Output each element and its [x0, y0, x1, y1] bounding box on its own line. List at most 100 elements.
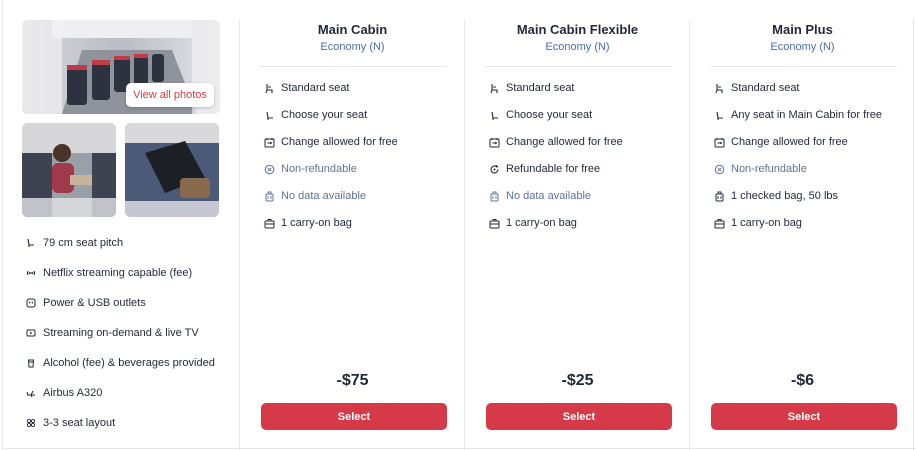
amenity-label: Netflix streaming capable (fee)	[43, 267, 193, 279]
fare-cabin-class: Economy (N)	[545, 41, 610, 53]
plane-icon	[26, 388, 36, 398]
amenity-label: Airbus A320	[43, 387, 103, 399]
fare-feature-label: Choose your seat	[506, 109, 593, 121]
seat-pitch-icon	[26, 238, 36, 248]
fare-feature: Non-refundable	[713, 162, 807, 176]
fare-feature: 1 checked bag, 50 lbs	[713, 189, 838, 203]
wifi-icon	[26, 268, 36, 278]
not-allowed-icon	[713, 163, 725, 175]
fare-feature: No data available	[488, 189, 591, 203]
fare-feature: 1 carry-on bag	[263, 216, 352, 230]
seat-icon	[263, 82, 275, 94]
amenity-label: Alcohol (fee) & beverages provided	[43, 357, 215, 369]
fare-feature-label: Standard seat	[506, 82, 575, 94]
bag-icon	[488, 190, 500, 202]
fare-feature: Change allowed for free	[713, 135, 848, 149]
fare-feature: Standard seat	[263, 81, 350, 95]
fare-column-main-plus: Main Plus Economy (N) Standard seat Any …	[689, 20, 914, 450]
drink-icon	[26, 358, 36, 368]
fare-cabin-class: Economy (N)	[770, 41, 835, 53]
fare-feature-label: 1 carry-on bag	[281, 217, 352, 229]
view-all-photos-button[interactable]: View all photos	[126, 83, 214, 107]
fare-cabin-class: Economy (N)	[320, 41, 385, 53]
amenity-item: Streaming on-demand & live TV	[26, 318, 236, 348]
bag-icon	[713, 190, 725, 202]
seat-select-icon	[488, 109, 500, 121]
amenity-label: Streaming on-demand & live TV	[43, 327, 199, 339]
change-icon	[713, 136, 725, 148]
fare-feature-label: Standard seat	[281, 82, 350, 94]
change-icon	[488, 136, 500, 148]
cabin-photo-tablet[interactable]	[125, 123, 219, 217]
passenger-photo-image	[22, 123, 116, 217]
bag-icon	[263, 190, 275, 202]
fare-feature-label: Any seat in Main Cabin for free	[731, 109, 883, 121]
fare-feature: Non-refundable	[263, 162, 357, 176]
divider	[260, 66, 447, 67]
amenity-item: Netflix streaming capable (fee)	[26, 258, 236, 288]
change-icon	[263, 136, 275, 148]
seat-layout-icon	[26, 418, 36, 428]
carry-on-icon	[713, 217, 725, 229]
fare-feature: 1 carry-on bag	[713, 216, 802, 230]
fare-price: -$75	[336, 372, 369, 389]
fare-feature-label: No data available	[281, 190, 367, 202]
fare-title: Main Cabin	[317, 22, 388, 37]
fare-feature-label: Non-refundable	[281, 163, 357, 175]
fare-column-main-cabin: Main Cabin Economy (N) Standard seat Cho…	[239, 20, 464, 450]
fare-feature: Change allowed for free	[488, 135, 623, 149]
fare-feature: Standard seat	[713, 81, 800, 95]
fare-feature: Any seat in Main Cabin for free	[713, 108, 882, 122]
fare-price: -$6	[790, 372, 815, 389]
tablet-photo-image	[125, 123, 219, 217]
amenity-label: 3-3 seat layout	[43, 417, 116, 429]
fare-feature-label: Non-refundable	[731, 163, 807, 175]
power-outlet-icon	[26, 298, 36, 308]
fare-feature-label: Change allowed for free	[281, 136, 398, 148]
fare-feature: Choose your seat	[488, 108, 592, 122]
fare-feature-label: Choose your seat	[281, 109, 368, 121]
fare-price: -$25	[561, 372, 594, 389]
carry-on-icon	[488, 217, 500, 229]
select-main-cabin-button[interactable]: Select	[261, 403, 447, 430]
seat-select-icon	[263, 109, 275, 121]
select-main-cabin-flexible-button[interactable]: Select	[486, 403, 672, 430]
divider	[485, 66, 672, 67]
seat-icon	[713, 82, 725, 94]
amenity-label: Power & USB outlets	[43, 297, 146, 309]
fare-feature-label: 1 carry-on bag	[506, 217, 577, 229]
fare-feature-label: Refundable for free	[506, 163, 601, 175]
refund-icon	[488, 163, 500, 175]
seat-select-icon	[713, 109, 725, 121]
amenity-item: Power & USB outlets	[26, 288, 236, 318]
fare-title: Main Cabin Flexible	[516, 22, 639, 37]
fare-feature-label: Change allowed for free	[506, 136, 623, 148]
fare-feature: Change allowed for free	[263, 135, 398, 149]
fare-title: Main Plus	[772, 22, 833, 37]
amenities-list: 79 cm seat pitch Netflix streaming capab…	[26, 228, 236, 438]
fare-column-main-cabin-flexible: Main Cabin Flexible Economy (N) Standard…	[464, 20, 689, 450]
amenity-item: Airbus A320	[26, 378, 236, 408]
fare-feature: Standard seat	[488, 81, 575, 95]
tv-icon	[26, 328, 36, 338]
amenity-label: 79 cm seat pitch	[43, 237, 124, 249]
select-main-plus-button[interactable]: Select	[711, 403, 897, 430]
fare-feature: 1 carry-on bag	[488, 216, 577, 230]
amenity-item: Alcohol (fee) & beverages provided	[26, 348, 236, 378]
panel-left-border	[2, 0, 3, 450]
fare-feature-label: Change allowed for free	[731, 136, 848, 148]
fare-feature-label: 1 checked bag, 50 lbs	[731, 190, 839, 202]
fare-feature: Choose your seat	[263, 108, 367, 122]
divider	[710, 66, 897, 67]
fare-feature-label: Standard seat	[731, 82, 800, 94]
fare-feature: Refundable for free	[488, 162, 600, 176]
not-allowed-icon	[263, 163, 275, 175]
fare-feature: No data available	[263, 189, 366, 203]
carry-on-icon	[263, 217, 275, 229]
fare-feature-label: 1 carry-on bag	[731, 217, 802, 229]
cabin-photo-passenger[interactable]	[22, 123, 116, 217]
amenity-item: 79 cm seat pitch	[26, 228, 236, 258]
seat-icon	[488, 82, 500, 94]
amenity-item: 3-3 seat layout	[26, 408, 236, 438]
fare-comparison-panel: View all photos 79 cm seat pitch Netflix…	[0, 0, 916, 450]
